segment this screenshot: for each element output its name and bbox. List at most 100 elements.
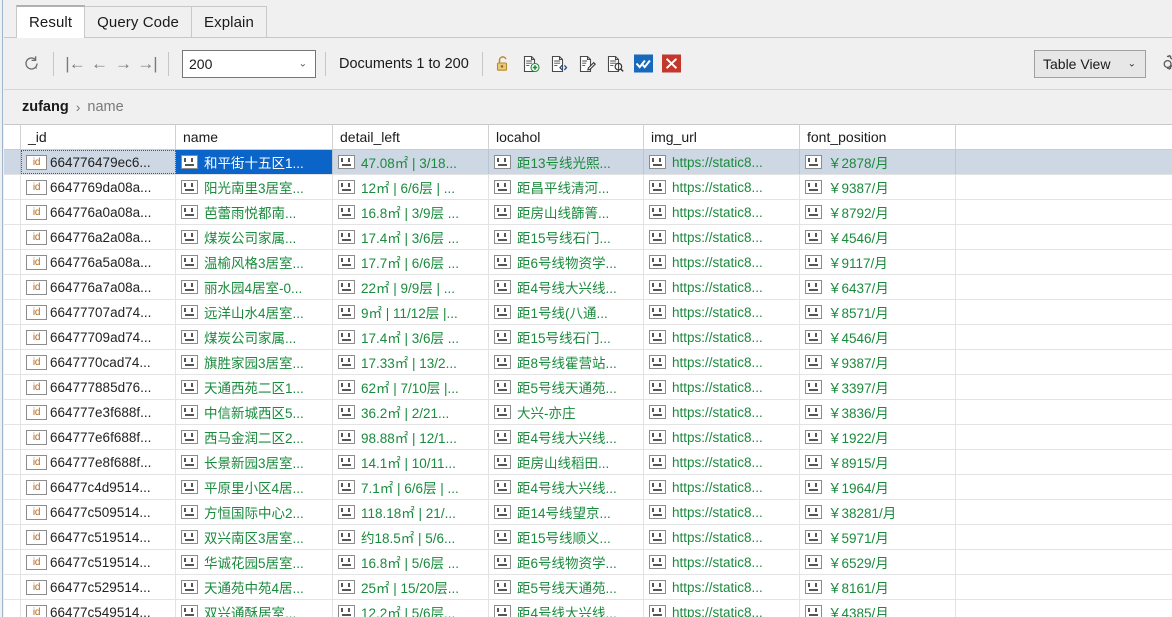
cell-locahol[interactable]: 距4号线大兴线... <box>489 275 644 299</box>
cell-locahol[interactable]: 距房山线篩箐... <box>489 200 644 224</box>
cell-id[interactable]: id 66477c519514... <box>21 550 176 574</box>
row-gutter-cell[interactable] <box>4 325 21 349</box>
nav-last-page-icon[interactable]: →| <box>135 51 159 77</box>
cell-name[interactable]: 长景新园3居室... <box>176 450 333 474</box>
cell-font-position[interactable]: ￥6437/月 <box>800 275 956 299</box>
cell-img-url[interactable]: https://static8... <box>644 500 800 524</box>
row-gutter-cell[interactable] <box>4 600 21 617</box>
cell-font-position[interactable]: ￥1922/月 <box>800 425 956 449</box>
row-gutter-cell[interactable] <box>4 375 21 399</box>
cell-locahol[interactable]: 距15号线顺义... <box>489 525 644 549</box>
cell-img-url[interactable]: https://static8... <box>644 200 800 224</box>
column-header-detail-left[interactable]: detail_left <box>333 125 489 149</box>
cell-locahol[interactable]: 距4号线大兴线... <box>489 475 644 499</box>
cell-id[interactable]: id 664777e6f688f... <box>21 425 176 449</box>
cell-img-url[interactable]: https://static8... <box>644 400 800 424</box>
cell-font-position[interactable]: ￥4546/月 <box>800 325 956 349</box>
cell-detail-left[interactable]: 62㎡ | 7/10层 |... <box>333 375 489 399</box>
cell-img-url[interactable]: https://static8... <box>644 250 800 274</box>
cell-img-url[interactable]: https://static8... <box>644 350 800 374</box>
table-row[interactable]: id 66477c509514... 方恒国际中心2... 118.18㎡ | 21/… <box>4 500 1172 525</box>
cell-id[interactable]: id 66477c549514... <box>21 600 176 617</box>
cell-name[interactable]: 方恒国际中心2... <box>176 500 333 524</box>
cell-locahol[interactable]: 距5号线天通苑... <box>489 575 644 599</box>
cell-img-url[interactable]: https://static8... <box>644 525 800 549</box>
cell-id[interactable]: id 664777e3f688f... <box>21 400 176 424</box>
cell-img-url[interactable]: https://static8... <box>644 450 800 474</box>
cell-name[interactable]: 天通西苑二区1... <box>176 375 333 399</box>
cell-font-position[interactable]: ￥1964/月 <box>800 475 956 499</box>
breadcrumb-field[interactable]: name <box>87 99 123 115</box>
cell-detail-left[interactable]: 98.88㎡ | 12/1... <box>333 425 489 449</box>
row-gutter-cell[interactable] <box>4 525 21 549</box>
table-row[interactable]: id 66477709ad74... 煤炭公司家属... 17.4㎡ | 3/6层 .… <box>4 325 1172 350</box>
cell-img-url[interactable]: https://static8... <box>644 550 800 574</box>
cell-detail-left[interactable]: 约18.5㎡ | 5/6... <box>333 525 489 549</box>
cell-img-url[interactable]: https://static8... <box>644 425 800 449</box>
row-gutter-cell[interactable] <box>4 575 21 599</box>
cell-id[interactable]: id 664776a0a08a... <box>21 200 176 224</box>
cell-font-position[interactable]: ￥4546/月 <box>800 225 956 249</box>
table-row[interactable]: id 664777885d76... 天通西苑二区1... 62㎡ | 7/10层 |… <box>4 375 1172 400</box>
edit-document-json-icon[interactable] <box>548 52 571 75</box>
cell-name[interactable]: 芭蕾雨悦都南... <box>176 200 333 224</box>
cell-detail-left[interactable]: 7.1㎡ | 6/6层 | ... <box>333 475 489 499</box>
insert-document-icon[interactable] <box>520 52 543 75</box>
cell-id[interactable]: id 6647770cad74... <box>21 350 176 374</box>
view-mode-select[interactable]: Table View ⌄ <box>1034 49 1146 78</box>
unlock-icon[interactable] <box>492 52 515 75</box>
cell-font-position[interactable]: ￥9387/月 <box>800 175 956 199</box>
cell-img-url[interactable]: https://static8... <box>644 600 800 617</box>
refresh-icon[interactable] <box>18 51 44 77</box>
cell-font-position[interactable]: ￥4385/月 <box>800 600 956 617</box>
column-header-locahol[interactable]: locahol <box>489 125 644 149</box>
cell-font-position[interactable]: ￥8792/月 <box>800 200 956 224</box>
cell-font-position[interactable]: ￥8915/月 <box>800 450 956 474</box>
cell-name[interactable]: 阳光南里3居室... <box>176 175 333 199</box>
nav-prev-page-icon[interactable]: ← <box>87 51 111 77</box>
cell-locahol[interactable]: 距4号线大兴线... <box>489 600 644 617</box>
row-gutter-cell[interactable] <box>4 275 21 299</box>
cell-locahol[interactable]: 距昌平线清河... <box>489 175 644 199</box>
edit-document-icon[interactable] <box>576 52 599 75</box>
tab-query-code[interactable]: Query Code <box>85 6 192 38</box>
cell-img-url[interactable]: https://static8... <box>644 375 800 399</box>
table-row[interactable]: id 664776a5a08a... 温榆风格3居室... 17.7㎡ | 6/6层 … <box>4 250 1172 275</box>
cell-name[interactable]: 华诚花园5居室... <box>176 550 333 574</box>
row-gutter-cell[interactable] <box>4 450 21 474</box>
cell-id[interactable]: id 664777885d76... <box>21 375 176 399</box>
cell-detail-left[interactable]: 17.4㎡ | 3/6层 ... <box>333 225 489 249</box>
column-header-font-position[interactable]: font_position <box>800 125 956 149</box>
cell-id[interactable]: id 66477707ad74... <box>21 300 176 324</box>
discard-changes-icon[interactable] <box>660 52 683 75</box>
cell-detail-left[interactable]: 12.2㎡ | 5/6层... <box>333 600 489 617</box>
cell-id[interactable]: id 664776a5a08a... <box>21 250 176 274</box>
cell-font-position[interactable]: ￥38281/月 <box>800 500 956 524</box>
cell-font-position[interactable]: ￥6529/月 <box>800 550 956 574</box>
cell-locahol[interactable]: 距13号线光熙... <box>489 150 644 174</box>
cell-font-position[interactable]: ￥8161/月 <box>800 575 956 599</box>
cell-locahol[interactable]: 距14号线望京... <box>489 500 644 524</box>
cell-name[interactable]: 天通苑中苑4居... <box>176 575 333 599</box>
row-gutter-cell[interactable] <box>4 400 21 424</box>
cell-img-url[interactable]: https://static8... <box>644 175 800 199</box>
cell-font-position[interactable]: ￥3836/月 <box>800 400 956 424</box>
cell-name[interactable]: 旗胜家园3居室... <box>176 350 333 374</box>
row-gutter-cell[interactable] <box>4 425 21 449</box>
cell-locahol[interactable]: 距6号线物资学... <box>489 250 644 274</box>
cell-id[interactable]: id 664776479ec6... <box>21 150 176 174</box>
table-row[interactable]: id 664777e8f688f... 长景新园3居室... 14.1㎡ | 10/1… <box>4 450 1172 475</box>
cell-id[interactable]: id 66477c509514... <box>21 500 176 524</box>
cell-font-position[interactable]: ￥8571/月 <box>800 300 956 324</box>
row-gutter-cell[interactable] <box>4 500 21 524</box>
table-row[interactable]: id 664777e6f688f... 西马金润二区2... 98.88㎡ | 12/… <box>4 425 1172 450</box>
table-row[interactable]: id 66477c549514... 双兴通酥居室... 12.2㎡ | 5/6层..… <box>4 600 1172 617</box>
cell-font-position[interactable]: ￥5971/月 <box>800 525 956 549</box>
cell-name[interactable]: 西马金润二区2... <box>176 425 333 449</box>
cell-id[interactable]: id 664776a2a08a... <box>21 225 176 249</box>
cell-detail-left[interactable]: 36.2㎡ | 2/21... <box>333 400 489 424</box>
cell-detail-left[interactable]: 16.8㎡ | 5/6层 ... <box>333 550 489 574</box>
table-row[interactable]: id 664776479ec6... 和平街十五区1... 47.08㎡ | 3/18… <box>4 150 1172 175</box>
gear-icon[interactable] <box>1154 51 1172 77</box>
cell-id[interactable]: id 6647769da08a... <box>21 175 176 199</box>
